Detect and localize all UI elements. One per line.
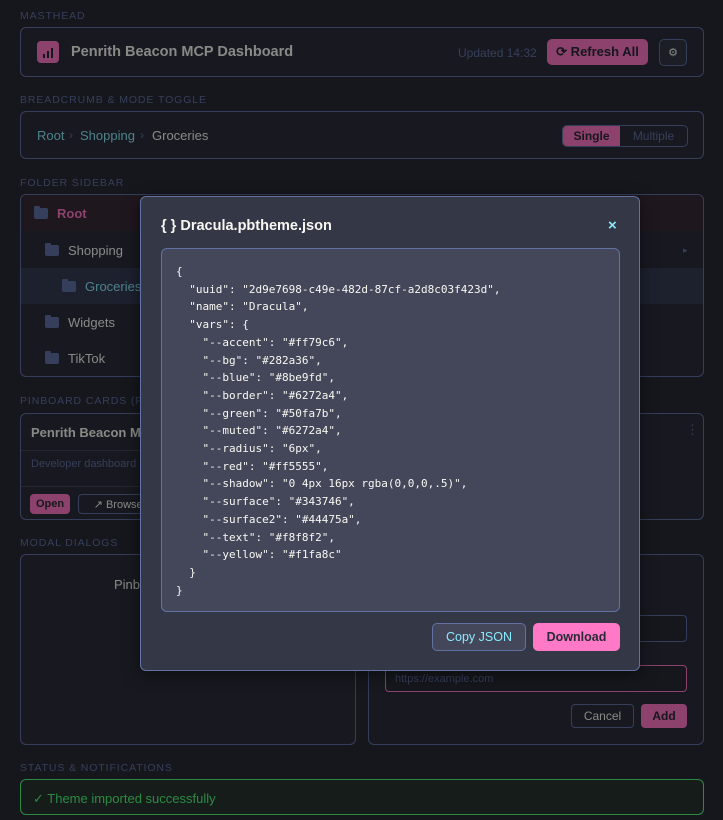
close-icon[interactable]: ×: [608, 217, 617, 234]
theme-json-modal: { } Dracula.pbtheme.json × { "uuid": "2d…: [140, 196, 640, 671]
modal-title: { } Dracula.pbtheme.json: [161, 218, 332, 234]
copy-json-button[interactable]: Copy JSON: [432, 623, 526, 651]
download-button[interactable]: Download: [533, 623, 620, 651]
json-code-block[interactable]: { "uuid": "2d9e7698-c49e-482d-87cf-a2d8c…: [161, 248, 620, 612]
